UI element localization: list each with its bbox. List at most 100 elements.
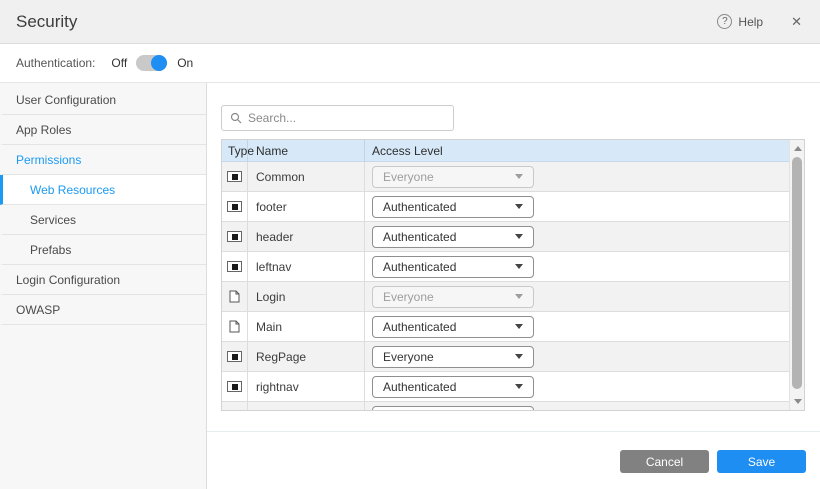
name-cell: rightnav [248, 372, 365, 401]
main-panel: Type Name Access Level [207, 83, 820, 489]
access-level-dropdown[interactable]: Everyone [372, 346, 534, 368]
authentication-toggle[interactable] [136, 55, 167, 71]
chevron-down-icon [515, 174, 523, 179]
triangle-up-icon [794, 146, 802, 151]
sidebar-item[interactable]: App Roles [0, 115, 206, 145]
security-dialog: Security ? Help ✕ Authentication: Off On… [0, 0, 820, 489]
access-level-cell: Everyone [365, 282, 789, 311]
toggle-knob [151, 55, 167, 71]
sidebar-item-label: Services [30, 213, 76, 227]
chevron-down-icon [515, 234, 523, 239]
table-row: RegPage Everyone [222, 342, 789, 372]
search-box [221, 105, 454, 131]
type-cell [222, 372, 248, 401]
name-cell: Main [248, 312, 365, 341]
search-icon [230, 112, 242, 124]
access-level-value: Authenticated [383, 380, 456, 394]
partial-icon [227, 201, 242, 212]
table-header: Type Name Access Level [222, 140, 789, 162]
type-cell [222, 402, 248, 411]
help-icon: ? [717, 14, 732, 29]
type-cell [222, 252, 248, 281]
name-cell [248, 402, 365, 411]
name-cell: leftnav [248, 252, 365, 281]
page-title: Security [16, 12, 77, 32]
page-icon [229, 290, 240, 303]
access-level-cell: Authenticated [365, 372, 789, 401]
access-level-value: Everyone [383, 170, 434, 184]
toggle-off-label: Off [111, 56, 127, 70]
type-cell [222, 342, 248, 371]
sidebar-item[interactable]: Login Configuration [0, 265, 206, 295]
scroll-down-button[interactable] [790, 394, 805, 409]
name-cell: RegPage [248, 342, 365, 371]
sidebar-item[interactable]: Permissions [0, 145, 206, 175]
sidebar: User Configuration App Roles Permissions… [0, 83, 207, 489]
chevron-down-icon [515, 204, 523, 209]
table-row: Main Authenticated [222, 312, 789, 342]
access-level-dropdown[interactable]: Authenticated [372, 316, 534, 338]
chevron-down-icon [515, 294, 523, 299]
name-cell: Login [248, 282, 365, 311]
access-level-cell: Authenticated [365, 192, 789, 221]
authentication-bar: Authentication: Off On [0, 44, 820, 83]
access-level-cell: Authenticated [365, 252, 789, 281]
sidebar-item-label: Prefabs [30, 243, 71, 257]
table-row [222, 402, 789, 411]
access-level-dropdown[interactable]: Authenticated [372, 256, 534, 278]
chevron-down-icon [515, 354, 523, 359]
sidebar-item[interactable]: Web Resources [0, 175, 206, 205]
help-button[interactable]: ? Help [717, 14, 763, 29]
scroll-up-button[interactable] [790, 141, 805, 156]
triangle-down-icon [794, 399, 802, 404]
column-header-type: Type [222, 140, 248, 161]
partial-icon [227, 351, 242, 362]
sidebar-item-label: Permissions [16, 153, 81, 167]
type-cell [222, 222, 248, 251]
table-row: Common Everyone [222, 162, 789, 192]
scrollbar-thumb[interactable] [792, 157, 802, 389]
access-level-cell: Everyone [365, 342, 789, 371]
toggle-on-label: On [177, 56, 193, 70]
access-level-dropdown[interactable]: Everyone [372, 166, 534, 188]
table-row: rightnav Authenticated [222, 372, 789, 402]
access-level-value: Authenticated [383, 230, 456, 244]
name-cell: header [248, 222, 365, 251]
name-cell: footer [248, 192, 365, 221]
resources-table: Type Name Access Level [221, 139, 805, 411]
name-cell: Common [248, 162, 365, 191]
table-row: leftnav Authenticated [222, 252, 789, 282]
access-level-value: Authenticated [383, 320, 456, 334]
access-level-value: Authenticated [383, 260, 456, 274]
table-grid: Type Name Access Level [222, 140, 789, 411]
access-level-dropdown[interactable]: Authenticated [372, 226, 534, 248]
sidebar-item[interactable]: User Configuration [0, 85, 206, 115]
table-row: footer Authenticated [222, 192, 789, 222]
search-input[interactable] [248, 111, 445, 125]
access-level-dropdown[interactable]: Authenticated [372, 376, 534, 398]
chevron-down-icon [515, 384, 523, 389]
table-rows: Common Everyone [222, 162, 789, 411]
access-level-cell: Authenticated [365, 222, 789, 251]
authentication-label: Authentication: [16, 56, 95, 70]
help-label: Help [738, 15, 763, 29]
table-row: Login Everyone [222, 282, 789, 312]
sidebar-item-label: App Roles [16, 123, 71, 137]
partial-icon [227, 261, 242, 272]
sidebar-item-label: Web Resources [30, 183, 115, 197]
column-header-access-level: Access Level [365, 140, 789, 161]
vertical-scrollbar[interactable] [789, 140, 804, 410]
sidebar-item[interactable]: Services [0, 205, 206, 235]
sidebar-item[interactable]: Prefabs [0, 235, 206, 265]
sidebar-item[interactable]: OWASP [0, 295, 206, 325]
access-level-dropdown[interactable]: Everyone [372, 286, 534, 308]
partial-icon [227, 381, 242, 392]
close-icon[interactable]: ✕ [791, 14, 802, 30]
access-level-cell: Everyone [365, 162, 789, 191]
cancel-button[interactable]: Cancel [620, 450, 709, 473]
access-level-cell: Authenticated [365, 312, 789, 341]
type-cell [222, 312, 248, 341]
access-level-dropdown[interactable]: Authenticated [372, 196, 534, 218]
save-button[interactable]: Save [717, 450, 806, 473]
access-level-dropdown[interactable] [372, 406, 534, 412]
